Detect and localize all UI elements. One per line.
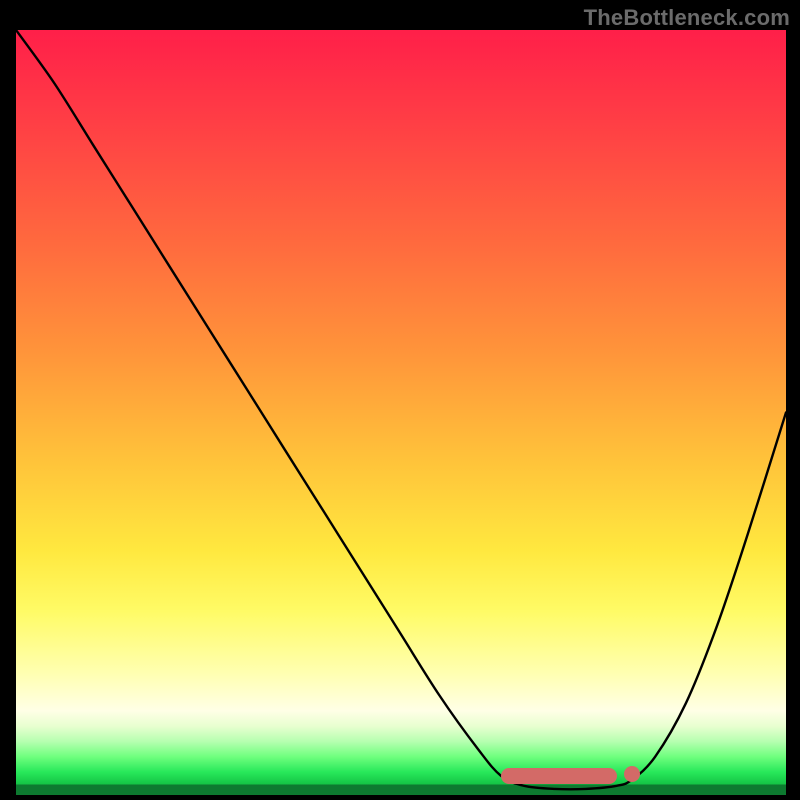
watermark-text: TheBottleneck.com xyxy=(584,5,790,31)
sweet-spot-point-marker xyxy=(624,766,640,782)
chart-plot-area xyxy=(16,30,786,795)
bottleneck-curve xyxy=(16,30,786,795)
sweet-spot-range-marker xyxy=(501,768,617,784)
